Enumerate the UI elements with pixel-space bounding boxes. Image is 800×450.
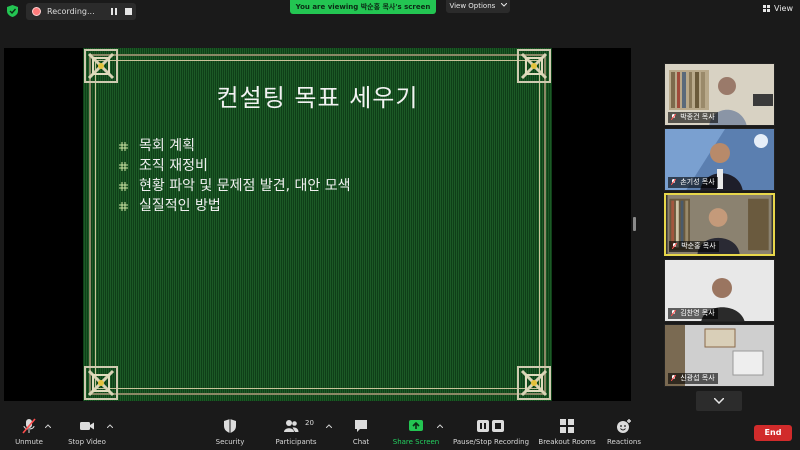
participants-label: Participants bbox=[275, 438, 317, 446]
participant-video-tile[interactable]: 박종건 목사 bbox=[664, 63, 775, 126]
view-options-button[interactable]: View Options bbox=[446, 0, 510, 13]
participant-name: 박종건 목사 bbox=[668, 112, 718, 123]
slide-bullet-text: 현황 파악 및 문제점 발견, 대안 모색 bbox=[139, 178, 351, 194]
view-label: View bbox=[774, 4, 793, 13]
slide-bullet: 현황 파악 및 문제점 발견, 대안 모색 bbox=[117, 176, 537, 196]
breakout-rooms-icon bbox=[560, 419, 574, 433]
slide-bullet: 목회 계획 bbox=[117, 136, 537, 156]
participants-button[interactable]: 20 Participants bbox=[272, 412, 320, 450]
security-button[interactable]: Security bbox=[212, 412, 248, 450]
shield-icon bbox=[224, 419, 236, 433]
participant-name-text: 손기성 목사 bbox=[680, 178, 715, 186]
recording-indicator: Recording... bbox=[26, 3, 136, 20]
pause-stop-recording-button[interactable]: Pause/Stop Recording bbox=[452, 412, 530, 450]
bullet-icon bbox=[119, 142, 128, 151]
participant-name-text: 박순홍 목사 bbox=[681, 242, 716, 250]
breakout-rooms-button[interactable]: Breakout Rooms bbox=[538, 412, 596, 450]
chat-bubble-icon bbox=[355, 420, 367, 432]
unmute-button[interactable]: Unmute bbox=[8, 412, 50, 450]
viewing-screen-banner: You are viewing 박순홍 목사's screen bbox=[290, 0, 436, 14]
microphone-muted-icon bbox=[672, 243, 677, 249]
smiley-plus-icon bbox=[617, 419, 631, 433]
microphone-muted-icon bbox=[671, 114, 676, 120]
participant-video-tile[interactable]: 김찬영 목사 bbox=[664, 259, 775, 322]
slide-title: 컨설팅 목표 세우기 bbox=[216, 84, 419, 112]
celtic-knot-ornament-icon bbox=[84, 366, 118, 400]
breakout-rooms-label: Breakout Rooms bbox=[538, 438, 596, 446]
share-screen-icon bbox=[409, 420, 423, 431]
chat-button[interactable]: Chat bbox=[348, 412, 374, 450]
microphone-muted-icon bbox=[22, 418, 36, 434]
share-screen-label: Share Screen bbox=[392, 438, 440, 446]
panel-resize-handle[interactable] bbox=[633, 217, 636, 231]
participant-name-text: 신광섭 목사 bbox=[680, 374, 715, 382]
microphone-muted-icon bbox=[671, 310, 676, 316]
shield-icon[interactable] bbox=[7, 5, 18, 17]
participants-icon bbox=[284, 420, 299, 432]
participant-video-tile[interactable]: 손기성 목사 bbox=[664, 128, 775, 191]
chevron-down-icon bbox=[714, 398, 724, 404]
stop-video-button[interactable]: Stop Video bbox=[62, 412, 112, 450]
reactions-button[interactable]: Reactions bbox=[606, 412, 642, 450]
slide-bullet: 조직 재정비 bbox=[117, 156, 537, 176]
slide-bullet: 실질적인 방법 bbox=[117, 196, 537, 216]
participant-name-text: 박종건 목사 bbox=[680, 113, 715, 121]
shared-screen: 컨설팅 목표 세우기 목회 계획 조직 재정비 현황 파악 및 문제점 발견, … bbox=[4, 48, 631, 401]
participant-video-tile-active-speaker[interactable]: 박순홍 목사 bbox=[664, 193, 775, 256]
bullet-icon bbox=[119, 202, 128, 211]
pause-stop-recording-label: Pause/Stop Recording bbox=[452, 438, 530, 446]
participant-name: 손기성 목사 bbox=[668, 177, 718, 188]
chevron-up-icon[interactable] bbox=[437, 424, 443, 428]
grid-view-icon bbox=[763, 5, 771, 13]
chat-label: Chat bbox=[352, 438, 370, 446]
participant-video-tile[interactable]: 신광섭 목사 bbox=[664, 324, 775, 387]
bullet-icon bbox=[119, 182, 128, 191]
chevron-up-icon[interactable] bbox=[107, 424, 113, 428]
stop-recording-icon[interactable] bbox=[125, 8, 132, 15]
recording-dot-icon bbox=[32, 7, 41, 16]
gallery-scroll-down-button[interactable] bbox=[696, 391, 742, 411]
slide-bullet-text: 조직 재정비 bbox=[139, 158, 208, 174]
slide-bullet-text: 목회 계획 bbox=[139, 138, 195, 154]
unmute-label: Unmute bbox=[15, 438, 43, 446]
end-meeting-button[interactable]: End bbox=[754, 425, 792, 441]
chevron-up-icon[interactable] bbox=[45, 424, 51, 428]
slide-bullet-list: 목회 계획 조직 재정비 현황 파악 및 문제점 발견, 대안 모색 실질적인 … bbox=[117, 136, 537, 216]
view-options-label: View Options bbox=[449, 2, 496, 10]
participants-count: 20 bbox=[305, 419, 314, 427]
chevron-down-icon bbox=[500, 2, 507, 7]
chevron-up-icon[interactable] bbox=[326, 424, 332, 428]
stop-video-label: Stop Video bbox=[68, 438, 106, 446]
security-label: Security bbox=[215, 438, 245, 446]
recording-label: Recording... bbox=[47, 7, 95, 16]
share-screen-button[interactable]: Share Screen bbox=[392, 412, 440, 450]
presentation-slide: 컨설팅 목표 세우기 목회 계획 조직 재정비 현황 파악 및 문제점 발견, … bbox=[83, 48, 552, 401]
participant-name: 신광섭 목사 bbox=[668, 373, 718, 384]
top-bar: Recording... You are viewing 박순홍 목사's sc… bbox=[0, 0, 800, 22]
bullet-icon bbox=[119, 162, 128, 171]
slide-bullet-text: 실질적인 방법 bbox=[139, 198, 221, 214]
meeting-toolbar: Unmute Stop Video Security 20 Participan… bbox=[0, 412, 800, 450]
celtic-knot-ornament-icon bbox=[517, 366, 551, 400]
participant-name-text: 김찬영 목사 bbox=[680, 309, 715, 317]
view-button[interactable]: View bbox=[760, 2, 796, 16]
pause-stop-recording-icon bbox=[477, 420, 504, 432]
microphone-muted-icon bbox=[671, 375, 676, 381]
zoom-meeting-window: Recording... You are viewing 박순홍 목사's sc… bbox=[0, 0, 800, 450]
video-camera-icon bbox=[80, 422, 94, 430]
pause-recording-icon[interactable] bbox=[110, 7, 118, 16]
microphone-muted-icon bbox=[671, 179, 676, 185]
participant-name: 김찬영 목사 bbox=[668, 308, 718, 319]
reactions-label: Reactions bbox=[606, 438, 642, 446]
participant-name: 박순홍 목사 bbox=[669, 241, 719, 252]
